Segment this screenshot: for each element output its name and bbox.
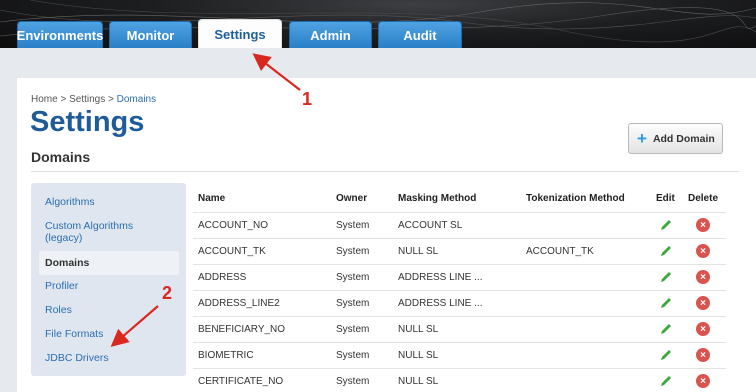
pencil-icon[interactable] [659, 296, 673, 310]
column-header-delete: Delete [688, 193, 719, 204]
table-row[interactable]: BENEFICIARY_NO System NULL SL × [193, 316, 726, 342]
tab-settings[interactable]: Settings [198, 19, 282, 48]
sidebar-item-domains[interactable]: Domains [39, 251, 179, 275]
add-domain-button[interactable]: + Add Domain [628, 123, 723, 154]
cell-tokenization-method: ACCOUNT_TK [526, 246, 594, 257]
table-row[interactable]: ACCOUNT_NO System ACCOUNT SL × [193, 212, 726, 238]
cell-name: ACCOUNT_NO [198, 220, 269, 231]
sidebar-item-profiler[interactable]: Profiler [45, 280, 78, 292]
delete-icon[interactable]: × [696, 374, 710, 388]
add-domain-label: Add Domain [652, 132, 715, 145]
sidebar-item-file-formats[interactable]: File Formats [45, 328, 103, 340]
cell-masking-method: ACCOUNT SL [398, 220, 463, 231]
breadcrumb-settings[interactable]: Settings [69, 94, 105, 105]
cell-masking-method: NULL SL [398, 246, 439, 257]
callout-number: 1 [302, 89, 313, 109]
pencil-icon[interactable] [659, 322, 673, 336]
sidebar-item-custom-algorithms[interactable]: Custom Algorithms (legacy) [45, 220, 155, 244]
delete-icon[interactable]: × [696, 296, 710, 310]
pencil-icon[interactable] [659, 218, 673, 232]
cell-masking-method: NULL SL [398, 324, 439, 335]
pencil-icon[interactable] [659, 270, 673, 284]
cell-owner: System [336, 246, 370, 257]
table-row[interactable]: ADDRESS System ADDRESS LINE ... × [193, 264, 726, 290]
column-header-owner[interactable]: Owner [336, 193, 367, 204]
cell-owner: System [336, 272, 370, 283]
cell-name: ADDRESS_LINE2 [198, 298, 280, 309]
cell-owner: System [336, 376, 370, 387]
pencil-icon[interactable] [659, 244, 673, 258]
callout-number: 2 [162, 283, 173, 303]
divider [31, 171, 739, 172]
cell-name: BIOMETRIC [198, 350, 254, 361]
breadcrumb: Home > Settings > Domains [31, 94, 156, 105]
cell-owner: System [336, 324, 370, 335]
tab-environments[interactable]: Environments [17, 21, 103, 48]
cell-name: BENEFICIARY_NO [198, 324, 286, 335]
section-title: Domains [31, 149, 91, 165]
cell-name: ADDRESS [198, 272, 247, 283]
cell-name: ACCOUNT_TK [198, 246, 266, 257]
column-header-name[interactable]: Name [198, 193, 225, 204]
tab-admin[interactable]: Admin [289, 21, 372, 48]
table-row[interactable]: ADDRESS_LINE2 System ADDRESS LINE ... × [193, 290, 726, 316]
tab-audit[interactable]: Audit [378, 21, 462, 48]
cell-masking-method: NULL SL [398, 376, 439, 387]
breadcrumb-home[interactable]: Home [31, 94, 58, 105]
pencil-icon[interactable] [659, 348, 673, 362]
cell-owner: System [336, 350, 370, 361]
column-header-tokenization-method[interactable]: Tokenization Method [526, 193, 625, 204]
breadcrumb-separator: > [108, 94, 114, 105]
pencil-icon[interactable] [659, 374, 673, 388]
column-header-masking-method[interactable]: Masking Method [398, 193, 476, 204]
cell-masking-method: ADDRESS LINE ... [398, 298, 483, 309]
content-strip [0, 48, 756, 78]
sidebar-item-jdbc-drivers[interactable]: JDBC Drivers [45, 352, 109, 364]
page-title: Settings [30, 106, 145, 138]
delete-icon[interactable]: × [696, 218, 710, 232]
sidebar-item-algorithms[interactable]: Algorithms [45, 196, 95, 208]
plus-icon: + [637, 129, 647, 148]
breadcrumb-current[interactable]: Domains [117, 94, 156, 105]
table-row[interactable]: CERTIFICATE_NO System NULL SL × [193, 368, 726, 392]
cell-owner: System [336, 298, 370, 309]
cell-owner: System [336, 220, 370, 231]
delete-icon[interactable]: × [696, 348, 710, 362]
table-row[interactable]: BIOMETRIC System NULL SL × [193, 342, 726, 368]
sidebar-item-roles[interactable]: Roles [45, 304, 72, 316]
cell-masking-method: ADDRESS LINE ... [398, 272, 483, 283]
delete-icon[interactable]: × [696, 322, 710, 336]
column-header-edit: Edit [656, 193, 675, 204]
delete-icon[interactable]: × [696, 270, 710, 284]
delete-icon[interactable]: × [696, 244, 710, 258]
settings-sidebar: Algorithms Custom Algorithms (legacy) Do… [31, 183, 186, 376]
table-row[interactable]: ACCOUNT_TK System NULL SL ACCOUNT_TK × [193, 238, 726, 264]
tab-monitor[interactable]: Monitor [109, 21, 192, 48]
cell-masking-method: NULL SL [398, 350, 439, 361]
cell-name: CERTIFICATE_NO [198, 376, 284, 387]
breadcrumb-separator: > [60, 94, 67, 105]
